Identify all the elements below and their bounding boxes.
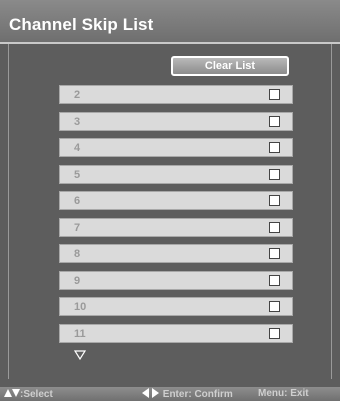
channel-row[interactable]: 3	[59, 111, 293, 131]
skip-checkbox[interactable]	[269, 248, 280, 259]
up-down-arrows-icon	[4, 389, 20, 397]
help-select-label: :Select	[20, 389, 53, 400]
help-enter: Enter: Confirm	[142, 388, 233, 400]
channel-row[interactable]: 4	[59, 138, 293, 157]
left-right-arrows-icon	[142, 388, 159, 398]
clear-list-button[interactable]: Clear List	[171, 56, 289, 76]
channel-row[interactable]: 11	[59, 323, 293, 343]
help-select: :Select	[4, 388, 53, 400]
skip-checkbox[interactable]	[269, 301, 280, 312]
channel-row[interactable]: 6	[59, 191, 293, 210]
channel-number: 9	[74, 274, 81, 287]
page-title: Channel Skip List	[9, 15, 154, 34]
skip-checkbox[interactable]	[269, 89, 280, 100]
help-menu-label: Menu: Exit	[258, 388, 309, 399]
channel-row[interactable]: 5	[59, 164, 293, 184]
channel-number: 2	[74, 89, 81, 101]
channel-number: 10	[74, 301, 87, 313]
skip-checkbox[interactable]	[269, 115, 280, 127]
channel-number: 7	[74, 221, 81, 234]
channel-number: 11	[74, 327, 86, 340]
skip-checkbox[interactable]	[269, 142, 280, 153]
channel-row[interactable]: 2	[59, 85, 293, 104]
skip-checkbox[interactable]	[269, 168, 280, 180]
channel-row[interactable]: 10	[59, 297, 293, 316]
channel-number: 6	[74, 195, 81, 207]
channel-number: 8	[74, 248, 81, 260]
channel-row[interactable]: 8	[59, 244, 293, 263]
channel-skip-list-screen: Channel Skip List Clear List 2 3 4 5 6 7 8 9 10 1…	[0, 0, 340, 401]
skip-checkbox[interactable]	[269, 327, 280, 339]
skip-checkbox[interactable]	[269, 274, 280, 286]
skip-checkbox[interactable]	[269, 195, 280, 206]
help-bar: :Select Enter: Confirm Menu: Exit	[0, 387, 340, 401]
scroll-down-icon	[73, 347, 87, 365]
channel-row[interactable]: 9	[59, 270, 293, 290]
title-bar: Channel Skip List	[0, 0, 340, 44]
skip-checkbox[interactable]	[269, 221, 280, 233]
channel-number: 5	[74, 168, 81, 181]
channel-row[interactable]: 7	[59, 217, 293, 237]
help-enter-label: Enter: Confirm	[162, 389, 233, 400]
channel-number: 4	[74, 142, 81, 154]
channel-number: 3	[74, 115, 81, 128]
